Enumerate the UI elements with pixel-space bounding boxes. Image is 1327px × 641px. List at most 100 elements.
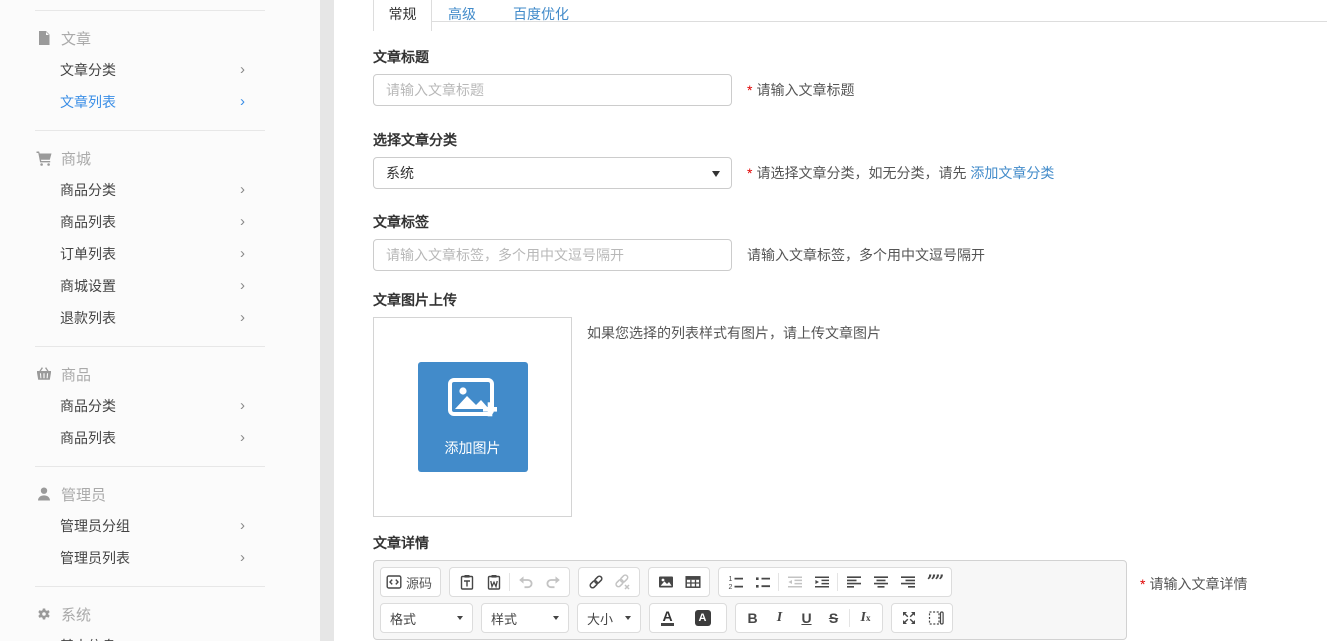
article-tags-row: 请输入文章标签，多个用中文逗号隔开 [373, 239, 1327, 271]
bold-icon[interactable]: B [739, 605, 766, 631]
sidebar-section-product-header: 商品 [36, 364, 320, 384]
sidebar-section-article-header: 文章 [36, 28, 320, 48]
sidebar-item-admin-list[interactable]: 管理员列表 › [60, 548, 320, 568]
indent-icon[interactable] [808, 569, 835, 595]
article-image-label: 文章图片上传 [373, 293, 1327, 308]
sidebar-section-product: 商品 商品分类 › 商品列表 › [0, 364, 320, 466]
user-icon [36, 486, 52, 502]
sidebar-section-label: 管理员 [61, 484, 106, 505]
bulleted-list-icon[interactable] [749, 569, 776, 595]
required-asterisk: * [1140, 576, 1145, 592]
sidebar-item-refund-list[interactable]: 退款列表 › [60, 308, 320, 328]
size-dropdown[interactable]: 大小 [577, 603, 641, 633]
article-category-label: 选择文章分类 [373, 133, 1327, 148]
sidebar-item-article-list[interactable]: 文章列表 › [60, 92, 320, 112]
format-dropdown[interactable]: 格式 [380, 603, 473, 633]
chevron-right-icon: › [240, 212, 245, 232]
underline-icon[interactable]: U [793, 605, 820, 631]
sidebar-section-admin-header: 管理员 [36, 484, 320, 504]
italic-icon[interactable]: I [766, 605, 793, 631]
align-right-icon[interactable] [894, 569, 921, 595]
align-center-icon[interactable] [867, 569, 894, 595]
sidebar-item-admin-group[interactable]: 管理员分组 › [60, 516, 320, 536]
article-title-row: *请输入文章标题 [373, 74, 1327, 106]
image-upload-dropzone: 添加图片 [373, 317, 572, 517]
add-category-link[interactable]: 添加文章分类 [970, 165, 1054, 181]
article-category-select[interactable]: 系统 [373, 157, 732, 189]
rich-text-editor: 源码 [373, 560, 1127, 641]
sidebar-item-basic-info[interactable]: 基本信息 › [60, 636, 320, 641]
basket-icon [36, 366, 52, 382]
link-icon[interactable] [582, 569, 609, 595]
table-icon[interactable] [679, 569, 706, 595]
main-content: 常规 高级 百度优化 文章标题 *请输入文章标题 选择文章分类 系统 *请选择文… [334, 0, 1327, 641]
sidebar-section-label: 商品 [61, 364, 91, 385]
editor-toolbar-row-1: 源码 [380, 567, 1120, 597]
paste-from-word-icon[interactable] [480, 569, 507, 595]
sidebar-item-product-list[interactable]: 商品列表 › [60, 428, 320, 448]
toolbar-group-links [578, 567, 640, 597]
unlink-icon[interactable] [609, 569, 636, 595]
source-icon[interactable] [384, 569, 404, 595]
toolbar-group-tools [891, 603, 953, 633]
image-icon[interactable] [652, 569, 679, 595]
editor-toolbar-row-2: 格式 样式 大小 A [380, 603, 1120, 633]
sidebar-scrollbar[interactable] [320, 0, 334, 641]
chevron-right-icon: › [240, 60, 245, 80]
sidebar-item-article-category[interactable]: 文章分类 › [60, 60, 320, 80]
gear-icon [36, 606, 52, 622]
sidebar-section-label: 文章 [61, 28, 91, 49]
tab-general[interactable]: 常规 [373, 0, 432, 31]
chevron-right-icon: › [240, 276, 245, 296]
sidebar-section-label: 系统 [61, 604, 91, 625]
sidebar-item-product-category[interactable]: 商品分类 › [60, 396, 320, 416]
remove-format-icon[interactable]: Ix [852, 605, 879, 631]
sidebar-divider [35, 10, 265, 11]
toolbar-group-source: 源码 [380, 567, 441, 597]
sidebar-section-article: 文章 文章分类 › 文章列表 › [0, 28, 320, 130]
sidebar-item-order-list[interactable]: 订单列表 › [60, 244, 320, 264]
sidebar-item-goods-list[interactable]: 商品列表 › [60, 212, 320, 232]
sidebar-divider [35, 346, 265, 347]
add-image-icon [447, 377, 499, 428]
redo-icon[interactable] [539, 569, 566, 595]
add-image-button[interactable]: 添加图片 [418, 362, 528, 472]
text-color-icon[interactable]: A [653, 605, 687, 631]
article-tags-input[interactable] [373, 239, 732, 271]
chevron-right-icon: › [240, 636, 245, 641]
article-content-hint: *请输入文章详情 [1140, 560, 1247, 593]
styles-dropdown[interactable]: 样式 [481, 603, 569, 633]
chevron-right-icon: › [240, 548, 245, 568]
article-title-input[interactable] [373, 74, 732, 106]
background-color-icon[interactable]: A [687, 605, 723, 631]
cart-icon [36, 150, 52, 166]
sidebar-item-mall-settings[interactable]: 商城设置 › [60, 276, 320, 296]
outdent-icon[interactable] [781, 569, 808, 595]
sidebar-item-goods-category[interactable]: 商品分类 › [60, 180, 320, 200]
align-left-icon[interactable] [840, 569, 867, 595]
chevron-right-icon: › [240, 180, 245, 200]
numbered-list-icon[interactable]: 12 [722, 569, 749, 595]
source-button-label[interactable]: 源码 [406, 573, 432, 592]
article-content-row: 源码 [373, 560, 1327, 641]
chevron-right-icon: › [240, 516, 245, 536]
tab-advanced[interactable]: 高级 [448, 4, 476, 24]
caret-down-icon [712, 171, 720, 177]
sidebar-section-mall: 商城 商品分类 › 商品列表 › 订单列表 › 商城设置 › 退款列表 › [0, 148, 320, 346]
toolbar-group-insert [648, 567, 710, 597]
sidebar-section-admin: 管理员 管理员分组 › 管理员列表 › [0, 484, 320, 586]
blockquote-icon[interactable]: ”” [921, 569, 948, 595]
toolbar-group-colors: A A [649, 603, 727, 633]
maximize-icon[interactable] [895, 605, 922, 631]
show-blocks-icon[interactable] [922, 605, 949, 631]
toolbar-separator [509, 573, 510, 591]
strikethrough-icon[interactable]: S [820, 605, 847, 631]
undo-icon[interactable] [512, 569, 539, 595]
toolbar-group-paragraph: 12 [718, 567, 952, 597]
toolbar-group-basicstyles: B I U S Ix [735, 603, 883, 633]
article-tags-label: 文章标签 [373, 215, 1327, 230]
required-asterisk: * [747, 82, 752, 98]
tab-baidu-seo[interactable]: 百度优化 [513, 4, 569, 24]
paste-plain-text-icon[interactable] [453, 569, 480, 595]
tab-bar: 常规 高级 百度优化 [373, 0, 1327, 32]
